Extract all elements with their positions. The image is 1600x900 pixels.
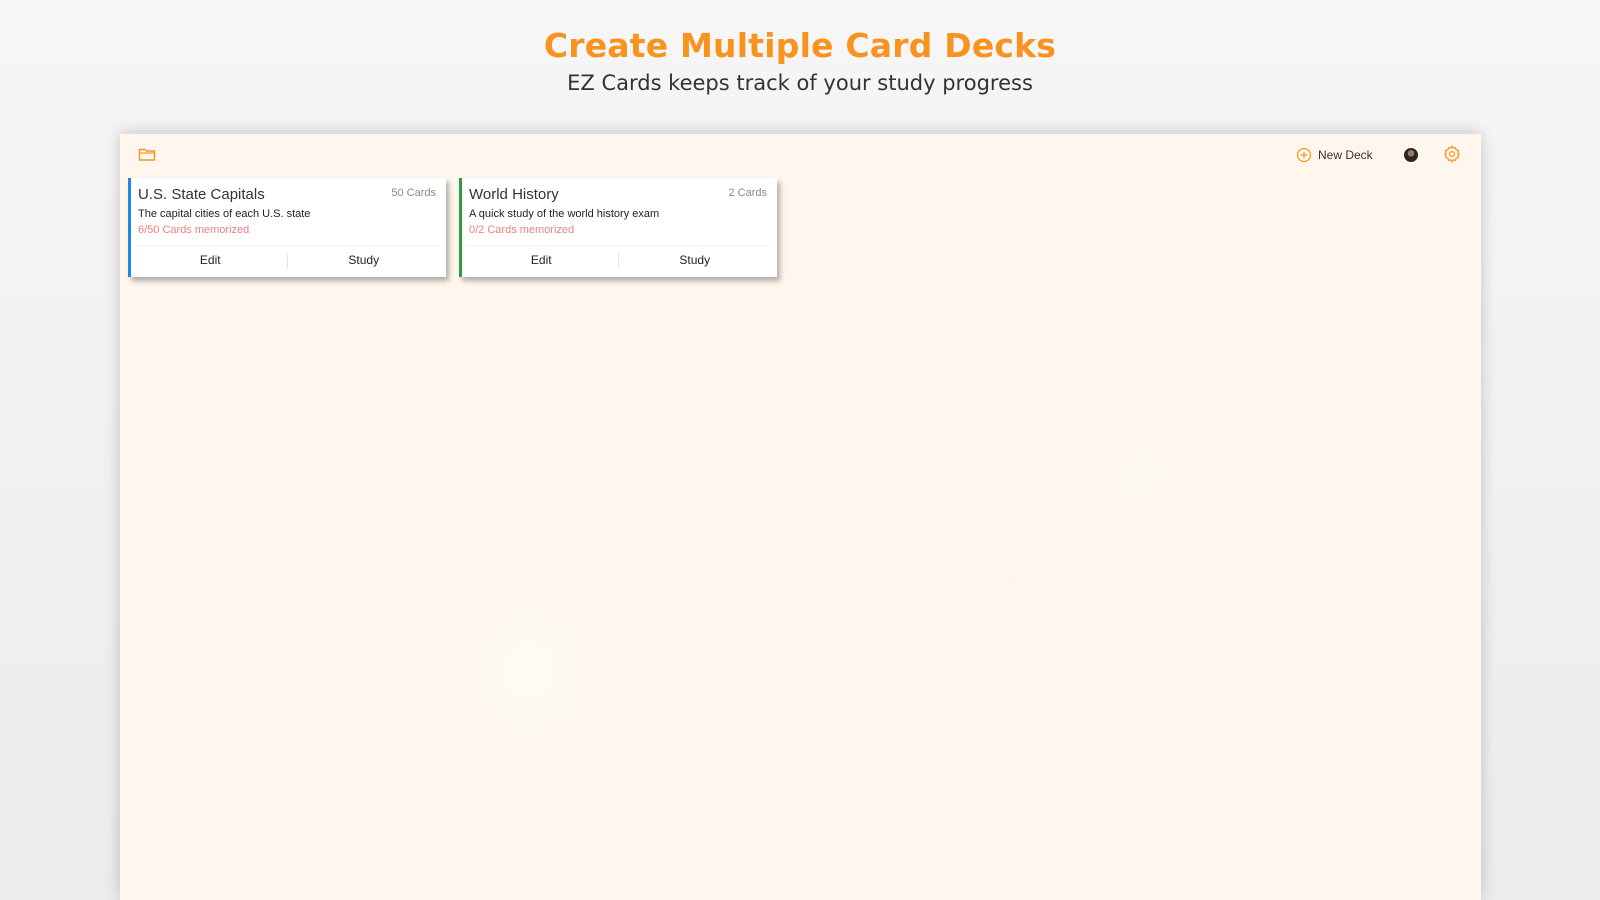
study-deck-button[interactable]: Study [619, 248, 772, 273]
gear-icon[interactable] [1443, 145, 1461, 163]
deck-name: U.S. State Capitals [138, 186, 265, 203]
deck-card-world-history[interactable]: World History 2 Cards A quick study of t… [459, 178, 777, 277]
deck-card-count: 2 Cards [728, 187, 767, 199]
deck-divider [136, 245, 438, 246]
deck-name: World History [469, 186, 559, 203]
deck-description: The capital cities of each U.S. state [138, 208, 311, 220]
toolbar: New Deck [120, 134, 1481, 174]
hero-title: Create Multiple Card Decks [543, 26, 1057, 65]
hero-subtitle: EZ Cards keeps track of your study progr… [567, 71, 1033, 95]
study-deck-button[interactable]: Study [288, 248, 441, 273]
folder-icon[interactable] [138, 145, 156, 163]
deck-progress: 6/50 Cards memorized [138, 224, 250, 236]
avatar[interactable] [1404, 148, 1418, 162]
deck-actions: Edit Study [465, 248, 771, 273]
deck-card-us-state-capitals[interactable]: U.S. State Capitals 50 Cards The capital… [128, 178, 446, 277]
hero-header: Create Multiple Card Decks EZ Cards keep… [0, 24, 1600, 98]
plus-circle-icon [1296, 147, 1312, 163]
edit-deck-button[interactable]: Edit [134, 248, 287, 273]
deck-accent-bar [459, 178, 462, 277]
deck-card-count: 50 Cards [391, 187, 436, 199]
deck-divider [467, 245, 769, 246]
deck-description: A quick study of the world history exam [469, 208, 660, 220]
deck-actions: Edit Study [134, 248, 440, 273]
app-window: New Deck U.S. State Capitals 50 Cards Th… [120, 134, 1481, 900]
new-deck-label: New Deck [1318, 148, 1373, 162]
deck-accent-bar [128, 178, 131, 277]
new-deck-button[interactable]: New Deck [1296, 144, 1373, 166]
edit-deck-button[interactable]: Edit [465, 248, 618, 273]
deck-progress: 0/2 Cards memorized [469, 224, 575, 236]
